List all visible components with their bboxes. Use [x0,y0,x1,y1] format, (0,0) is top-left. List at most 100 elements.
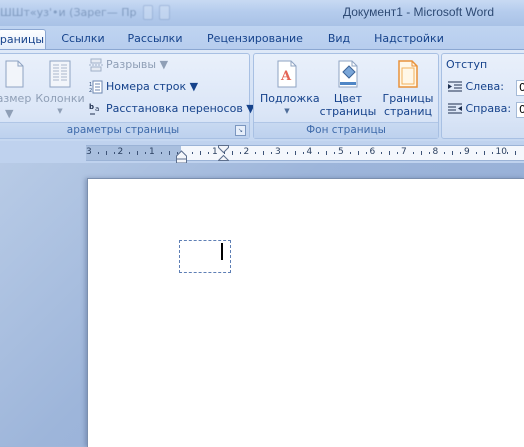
ruler-tick [318,152,320,154]
ruler-tick [483,151,485,155]
ruler-number: 1 [149,147,155,157]
ruler-number: 3 [86,147,92,157]
tab-review[interactable]: Рецензирование [200,29,310,49]
watermark-button[interactable]: A Подложка ▼ [260,57,320,117]
columns-button[interactable]: Колонки ▼ [35,57,85,117]
ruler-tick [452,151,454,155]
ruler-tick [271,152,273,154]
indent-left-row: Слева: [448,79,504,95]
indent-right-row: Справа: [448,101,511,117]
tab-page-layout[interactable]: раницы [0,29,46,50]
indent-right-input[interactable]: 0 [516,102,524,118]
ruler-tick [444,152,446,154]
ruler-tick [491,152,493,154]
ruler-tick [507,152,509,154]
page-setup-group-label: араметры страницы [0,122,249,138]
svg-text:2: 2 [89,88,92,94]
columns-label: Колонки [35,92,85,105]
ruler-tick [192,152,194,154]
ruler-tick [97,152,99,154]
columns-icon [49,60,71,88]
size-label: азмер [0,92,32,105]
ruler-number: 9 [464,147,470,157]
ruler-tick [263,151,265,155]
breaks-label: Разрывы [106,58,157,71]
ruler-tick [428,152,430,154]
line-numbers-button[interactable]: 1 2 Номера строк ▼ [89,78,198,96]
svg-text:A: A [280,69,292,84]
svg-text:b: b [89,103,94,111]
page-color-label-1: Цвет [333,92,363,105]
page-background-group: A Подложка ▼ Цвет страницы ▼ Границы [253,53,439,139]
ghost-restore-icon [159,4,170,20]
indent-left-input[interactable]: 0 [516,80,524,96]
ruler-tick [105,151,107,155]
page-color-button[interactable]: Цвет страницы ▼ [318,57,378,130]
page-setup-dialog-launcher[interactable]: ↘ [235,125,246,136]
ruler-tick [349,152,351,154]
breaks-icon [89,58,103,72]
ruler-tick [475,152,477,154]
ruler-tick [515,151,517,155]
page-color-label-2: страницы [319,105,377,118]
ruler-tick [129,152,131,154]
ruler-tick [365,152,367,154]
ruler-tick [381,152,383,154]
indent-right-label: Справа: [465,102,512,115]
page-borders-label-1: Границы [382,92,434,105]
page-borders-label-2: страниц [383,105,432,118]
ruler-tick [302,152,304,154]
watermark-label: Подложка [260,92,320,105]
paragraph-group: Отступ Слева: 0 Справа: 0 [441,53,524,139]
tab-add-ins[interactable]: Надстройки [368,29,450,49]
ruler-number: 10 [495,147,507,157]
ruler-number: 4 [306,147,313,157]
ruler-number: 6 [369,147,376,157]
text-box-frame[interactable] [179,240,231,273]
ruler-tick [420,151,422,155]
indent-title: Отступ [446,58,488,71]
tab-view[interactable]: Вид [322,29,356,49]
page-borders-button[interactable]: Границы страниц [380,57,436,118]
tab-mailings[interactable]: Рассылки [124,29,186,49]
ruler-tick [334,152,336,154]
ruler-number: 5 [338,147,344,157]
hyphenation-label: Расстановка переносов [106,102,243,115]
window-title: Документ1 - Microsoft Word [342,5,494,19]
ruler-tick [357,151,359,155]
text-cursor [221,243,223,260]
indent-right-icon [448,103,462,114]
ruler-number: 2 [117,147,124,157]
line-numbers-dropdown-icon: ▼ [189,80,199,93]
ruler-tick [294,151,296,155]
ruler-tick [137,151,139,155]
ruler-tick [113,152,115,154]
ghost-minimize-icon [142,4,154,20]
left-indent-marker[interactable] [176,150,187,164]
ruler-tick [168,151,170,155]
svg-text:a: a [95,105,99,113]
ruler-tick [231,151,233,155]
watermark-icon: A [277,60,297,88]
page-background-group-label: Фон страницы [254,122,438,138]
ruler-tick [397,152,399,154]
line-numbers-label: Номера строк [106,80,187,93]
ruler-tick [460,152,462,154]
document-page[interactable] [87,178,524,447]
breaks-button[interactable]: Разрывы ▼ [89,56,168,74]
hyphenation-button[interactable]: b a Расстановка переносов ▼ [89,100,255,118]
ghost-window-title: ШШт«уз'•и (Зарег— Пр [0,4,170,20]
ruler-tick [389,151,391,155]
page-color-icon [338,60,358,88]
tab-references[interactable]: Ссылки [55,29,111,49]
line-numbers-icon: 1 2 [89,80,103,94]
ruler-tick [145,152,147,154]
ruler-number: 2 [243,147,250,157]
columns-dropdown-icon: ▼ [57,107,63,115]
ruler-number: 8 [432,147,439,157]
page-setup-group: азмер Колонки ▼ ▼ Разрывы ▼ 1 2 Номера с… [0,53,255,139]
breaks-dropdown-icon: ▼ [159,58,169,71]
right-indent-marker[interactable] [218,152,229,161]
ruler-tick [200,151,202,155]
ruler-tick [208,152,210,154]
